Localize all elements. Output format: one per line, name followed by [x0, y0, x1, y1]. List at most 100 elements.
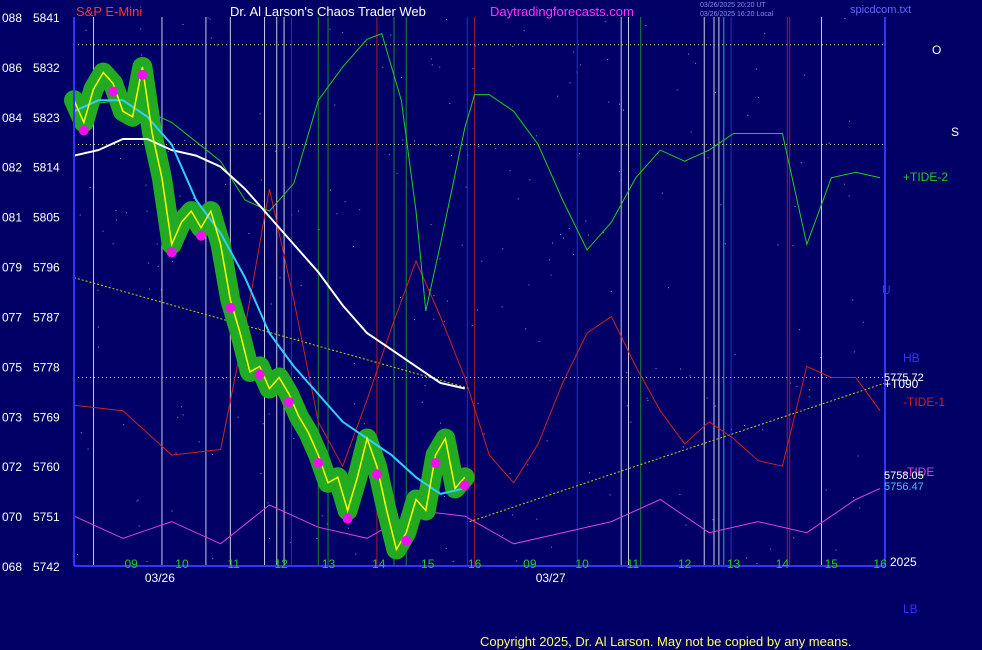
right-axis-label: HB	[903, 351, 920, 365]
star-dot	[501, 306, 503, 308]
y-tick-alt: 086	[2, 61, 22, 75]
x-tick-hour: 16	[468, 557, 482, 571]
x-tick-hour: 09	[523, 557, 537, 571]
star-dot	[402, 139, 404, 141]
price-marker	[283, 397, 294, 408]
star-dot	[445, 547, 447, 549]
star-dot	[275, 150, 277, 152]
star-dot	[97, 346, 99, 348]
star-dot	[424, 385, 426, 387]
star-dot	[853, 351, 855, 353]
star-dot	[509, 473, 511, 475]
star-dot	[744, 425, 745, 426]
star-dot	[715, 92, 717, 93]
star-dot	[578, 153, 580, 155]
star-dot	[472, 68, 474, 70]
y-tick-price: 5814	[33, 161, 60, 175]
star-dot	[440, 422, 442, 424]
star-dot	[120, 158, 121, 159]
star-dot	[849, 120, 851, 122]
star-dot	[433, 295, 435, 296]
star-dot	[157, 265, 159, 267]
star-dot	[329, 28, 331, 30]
site-link[interactable]: Daytradingforecasts.com	[490, 4, 634, 19]
star-dot	[123, 424, 125, 426]
price-marker	[78, 125, 89, 136]
star-dot	[792, 245, 794, 247]
star-dot	[535, 135, 537, 137]
star-dot	[502, 248, 504, 250]
star-dot	[355, 553, 357, 555]
star-dot	[848, 195, 850, 197]
star-dot	[706, 397, 708, 399]
star-dot	[79, 214, 81, 216]
star-dot	[353, 246, 355, 247]
star-dot	[680, 368, 682, 370]
star-dot	[796, 385, 798, 387]
date-label: 03/26	[145, 571, 175, 585]
year-label: 2025	[890, 555, 917, 569]
star-dot	[298, 338, 300, 340]
star-dot	[293, 437, 295, 439]
star-dot	[180, 406, 182, 408]
star-dot	[97, 289, 99, 291]
star-dot	[225, 183, 227, 185]
star-dot	[353, 363, 355, 365]
star-dot	[137, 499, 139, 501]
x-tick-hour: 14	[776, 557, 790, 571]
star-dot	[382, 66, 384, 68]
date-label: 03/27	[536, 571, 566, 585]
star-dot	[604, 21, 606, 23]
star-dot	[347, 527, 349, 529]
star-dot	[363, 423, 365, 425]
star-dot	[724, 243, 726, 245]
y-tick-alt: 088	[2, 11, 22, 25]
star-dot	[435, 144, 437, 146]
star-dot	[528, 284, 530, 286]
star-dot	[177, 416, 179, 418]
star-dot	[390, 34, 392, 36]
star-dot	[344, 201, 346, 203]
star-dot	[421, 401, 423, 403]
star-dot	[476, 309, 478, 311]
star-dot	[495, 148, 497, 149]
x-tick-hour: 12	[274, 557, 288, 571]
y-tick-alt: 073	[2, 410, 22, 424]
symbol-label: S&P E-Mini	[76, 4, 143, 19]
star-dot	[138, 525, 140, 527]
y-tick-alt: 082	[2, 161, 22, 175]
star-dot	[269, 537, 270, 539]
star-dot	[102, 230, 104, 232]
star-dot	[300, 285, 302, 287]
star-dot	[260, 473, 262, 474]
star-dot	[853, 497, 855, 498]
star-dot	[682, 446, 684, 448]
star-dot	[572, 253, 574, 255]
star-dot	[207, 17, 209, 19]
star-dot	[862, 321, 864, 323]
star-dot	[455, 146, 457, 148]
right-axis-label: LB	[903, 602, 918, 616]
star-dot	[835, 549, 837, 551]
star-dot	[679, 494, 681, 495]
star-dot	[321, 515, 323, 517]
star-dot	[587, 234, 589, 236]
y-tick-price: 5778	[33, 360, 60, 374]
star-dot	[330, 189, 332, 191]
star-dot	[618, 171, 620, 173]
star-dot	[828, 142, 830, 144]
star-dot	[115, 210, 117, 212]
star-dot	[790, 382, 792, 384]
star-dot	[799, 329, 801, 331]
star-dot	[757, 96, 759, 98]
star-dot	[260, 179, 262, 181]
star-dot	[414, 140, 416, 142]
x-tick-hour: 15	[825, 557, 839, 571]
price-chart: 088 5841 086 5832 084 5823 082 5814 081 5805 079 57…	[0, 0, 982, 650]
star-dot	[77, 554, 78, 556]
star-dot	[452, 560, 454, 562]
price-marker	[371, 469, 382, 480]
star-dot	[844, 18, 846, 19]
y-tick-price: 5832	[33, 61, 60, 75]
star-dot	[257, 327, 259, 329]
